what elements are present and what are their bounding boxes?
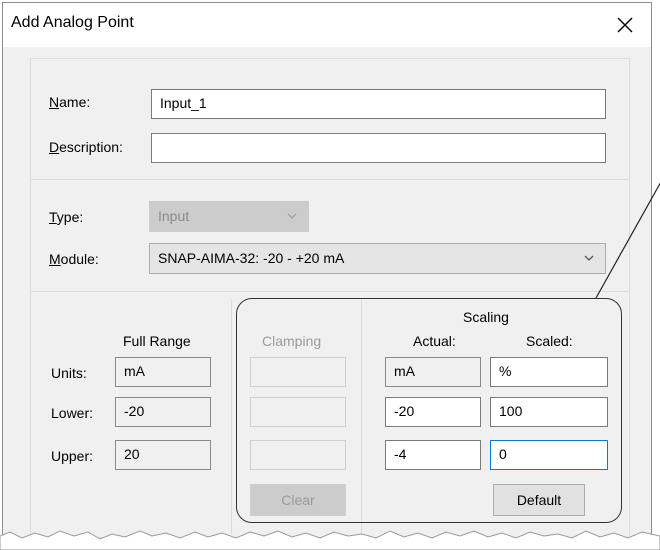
full-range-lower: -20 <box>115 397 211 427</box>
module-label: Module: <box>49 251 99 267</box>
type-label: Type: <box>49 209 84 225</box>
separator <box>31 291 629 292</box>
description-input[interactable] <box>151 133 606 163</box>
full-range-heading: Full Range <box>123 333 191 349</box>
close-icon[interactable] <box>607 7 643 43</box>
torn-edge <box>0 530 660 550</box>
name-label: Name: <box>49 94 91 110</box>
description-label: Description: <box>49 139 123 155</box>
module-value: SNAP-AIMA-32: -20 - +20 mA <box>158 250 345 266</box>
type-dropdown[interactable]: Input <box>149 201 309 232</box>
type-value: Input <box>158 208 190 224</box>
dialog-title: Add Analog Point <box>11 14 134 31</box>
module-dropdown[interactable]: SNAP-AIMA-32: -20 - +20 mA <box>149 243 606 274</box>
full-range-upper: 20 <box>115 440 211 470</box>
chevron-down-icon <box>584 255 594 261</box>
full-range-units: mA <box>115 357 211 387</box>
separator <box>31 179 629 180</box>
name-input[interactable]: Input_1 <box>151 89 606 119</box>
lower-label: Lower: <box>51 405 94 421</box>
upper-label: Upper: <box>51 448 94 464</box>
units-label: Units: <box>51 365 87 381</box>
scaling-callout-outline <box>236 298 622 523</box>
separator <box>231 299 232 534</box>
title-bar: Add Analog Point <box>3 3 651 47</box>
chevron-down-icon <box>287 213 297 219</box>
